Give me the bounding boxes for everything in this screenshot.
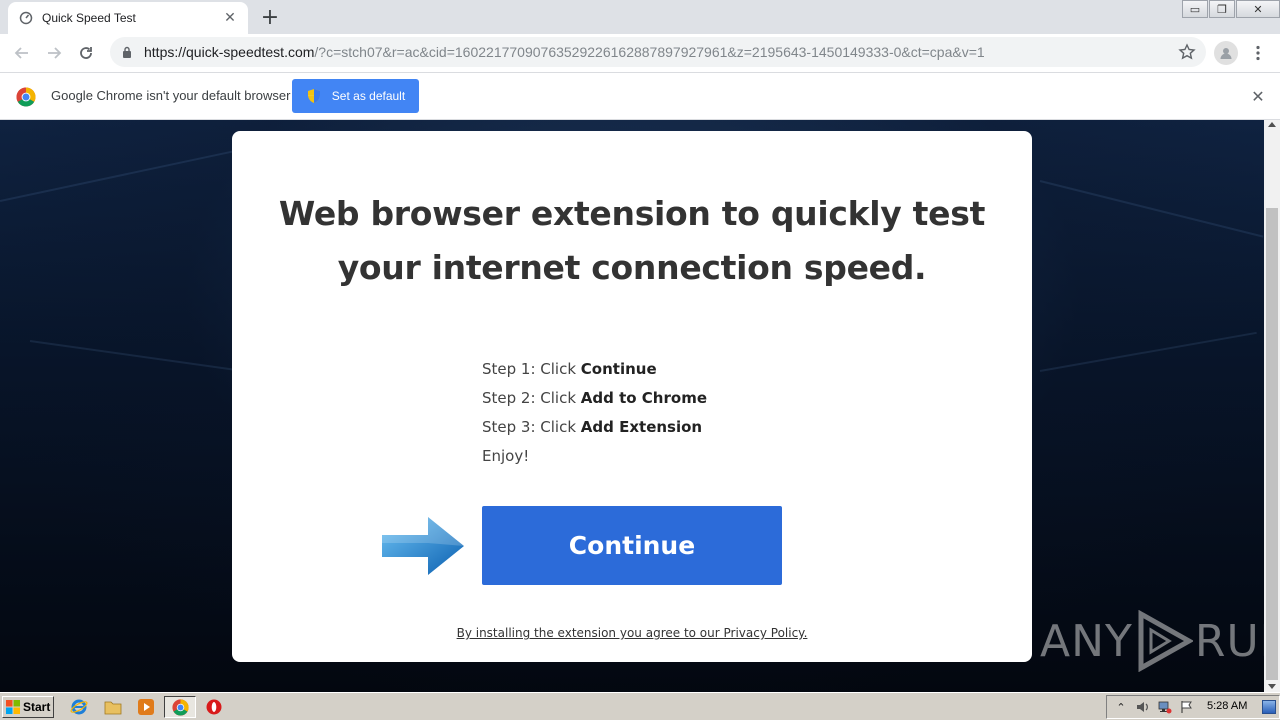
back-button[interactable] bbox=[6, 37, 38, 69]
background-streak bbox=[0, 145, 255, 202]
speaker-icon[interactable] bbox=[1135, 699, 1151, 715]
browser-tab[interactable]: Quick Speed Test ✕ bbox=[8, 2, 248, 34]
step-3: Step 3: Click Add Extension bbox=[482, 418, 703, 436]
browser-menu-icon[interactable] bbox=[1248, 41, 1268, 65]
step-1: Step 1: Click Continue bbox=[482, 360, 657, 378]
background-streak bbox=[29, 340, 248, 373]
network-icon[interactable] bbox=[1157, 699, 1173, 715]
file-explorer-icon[interactable] bbox=[104, 698, 122, 716]
bookmark-star-icon[interactable] bbox=[1178, 43, 1196, 61]
set-as-default-button[interactable]: Set as default bbox=[292, 79, 419, 113]
offer-card: Web browser extension to quickly test yo… bbox=[232, 131, 1032, 662]
steps-list: Step 1: Click Continue Step 2: Click Add… bbox=[482, 355, 707, 471]
privacy-policy-link[interactable]: By installing the extension you agree to… bbox=[232, 626, 1032, 640]
back-arrow-icon bbox=[14, 47, 28, 59]
show-hidden-icons-icon[interactable]: ⌃ bbox=[1113, 699, 1129, 715]
tab-title: Quick Speed Test bbox=[42, 11, 136, 25]
taskbar-clock[interactable]: 5:28 AM bbox=[1207, 700, 1247, 712]
page-headline: Web browser extension to quickly test yo… bbox=[278, 194, 986, 287]
scroll-down-arrow-icon[interactable] bbox=[1268, 684, 1276, 689]
media-player-icon[interactable] bbox=[137, 698, 155, 716]
minimize-button[interactable]: ▭ bbox=[1182, 0, 1208, 18]
tab-close-icon[interactable]: ✕ bbox=[222, 10, 238, 26]
default-browser-infobar: Google Chrome isn't your default browser… bbox=[0, 72, 1280, 120]
restore-button[interactable]: ❐ bbox=[1209, 0, 1235, 18]
page-scrollbar[interactable] bbox=[1264, 120, 1280, 692]
uac-shield-icon bbox=[307, 89, 320, 103]
internet-explorer-icon[interactable] bbox=[70, 698, 88, 716]
chrome-logo-icon bbox=[16, 87, 36, 107]
browser-tab-strip: Quick Speed Test ✕ + ▭ ❐ ✕ bbox=[0, 0, 1280, 34]
step-2: Step 2: Click Add to Chrome bbox=[482, 389, 707, 407]
infobar-close-icon[interactable]: ✕ bbox=[1250, 87, 1266, 106]
window-controls: ▭ ❐ ✕ bbox=[1181, 0, 1280, 18]
browser-toolbar: https://quick-speedtest.com/?c=stch07&r=… bbox=[0, 34, 1280, 72]
forward-arrow-icon bbox=[48, 47, 62, 59]
page-viewport: Web browser extension to quickly test yo… bbox=[0, 120, 1264, 692]
continue-button[interactable]: Continue bbox=[482, 506, 782, 585]
play-logo-icon bbox=[1138, 610, 1193, 672]
set-as-default-label: Set as default bbox=[331, 89, 406, 103]
action-center-flag-icon[interactable] bbox=[1179, 699, 1195, 715]
chrome-taskbar-icon[interactable] bbox=[171, 698, 189, 716]
system-tray: ⌃ 5:28 AM bbox=[1106, 695, 1280, 719]
show-desktop-button[interactable] bbox=[1262, 700, 1276, 714]
anyrun-watermark: ANY RUN bbox=[1040, 610, 1264, 672]
background-streak bbox=[1039, 180, 1264, 238]
watermark-left: ANY bbox=[1040, 615, 1133, 667]
reload-icon bbox=[80, 47, 92, 59]
new-tab-button[interactable]: + bbox=[258, 5, 282, 30]
background-streak bbox=[1039, 331, 1257, 372]
windows-flag-icon bbox=[6, 700, 20, 714]
start-label: Start bbox=[23, 700, 51, 714]
windows-taskbar: Start ⌃ 5:28 AM bbox=[0, 692, 1280, 720]
address-bar[interactable]: https://quick-speedtest.com/?c=stch07&r=… bbox=[110, 37, 1206, 67]
reload-button[interactable] bbox=[70, 37, 102, 69]
close-window-button[interactable]: ✕ bbox=[1236, 0, 1280, 18]
infobar-message: Google Chrome isn't your default browser bbox=[51, 88, 291, 103]
step-enjoy: Enjoy! bbox=[482, 447, 530, 465]
speedometer-icon bbox=[18, 10, 34, 26]
forward-button[interactable] bbox=[38, 37, 70, 69]
opera-icon[interactable] bbox=[205, 698, 223, 716]
watermark-right: RUN bbox=[1194, 615, 1264, 667]
scroll-up-arrow-icon[interactable] bbox=[1268, 122, 1276, 127]
lock-icon bbox=[120, 45, 134, 59]
url-text: https://quick-speedtest.com/?c=stch07&r=… bbox=[144, 44, 985, 60]
profile-avatar-icon[interactable] bbox=[1214, 41, 1238, 65]
scroll-thumb[interactable] bbox=[1266, 208, 1278, 680]
right-arrow-icon bbox=[382, 517, 464, 575]
start-button[interactable]: Start bbox=[2, 696, 54, 718]
